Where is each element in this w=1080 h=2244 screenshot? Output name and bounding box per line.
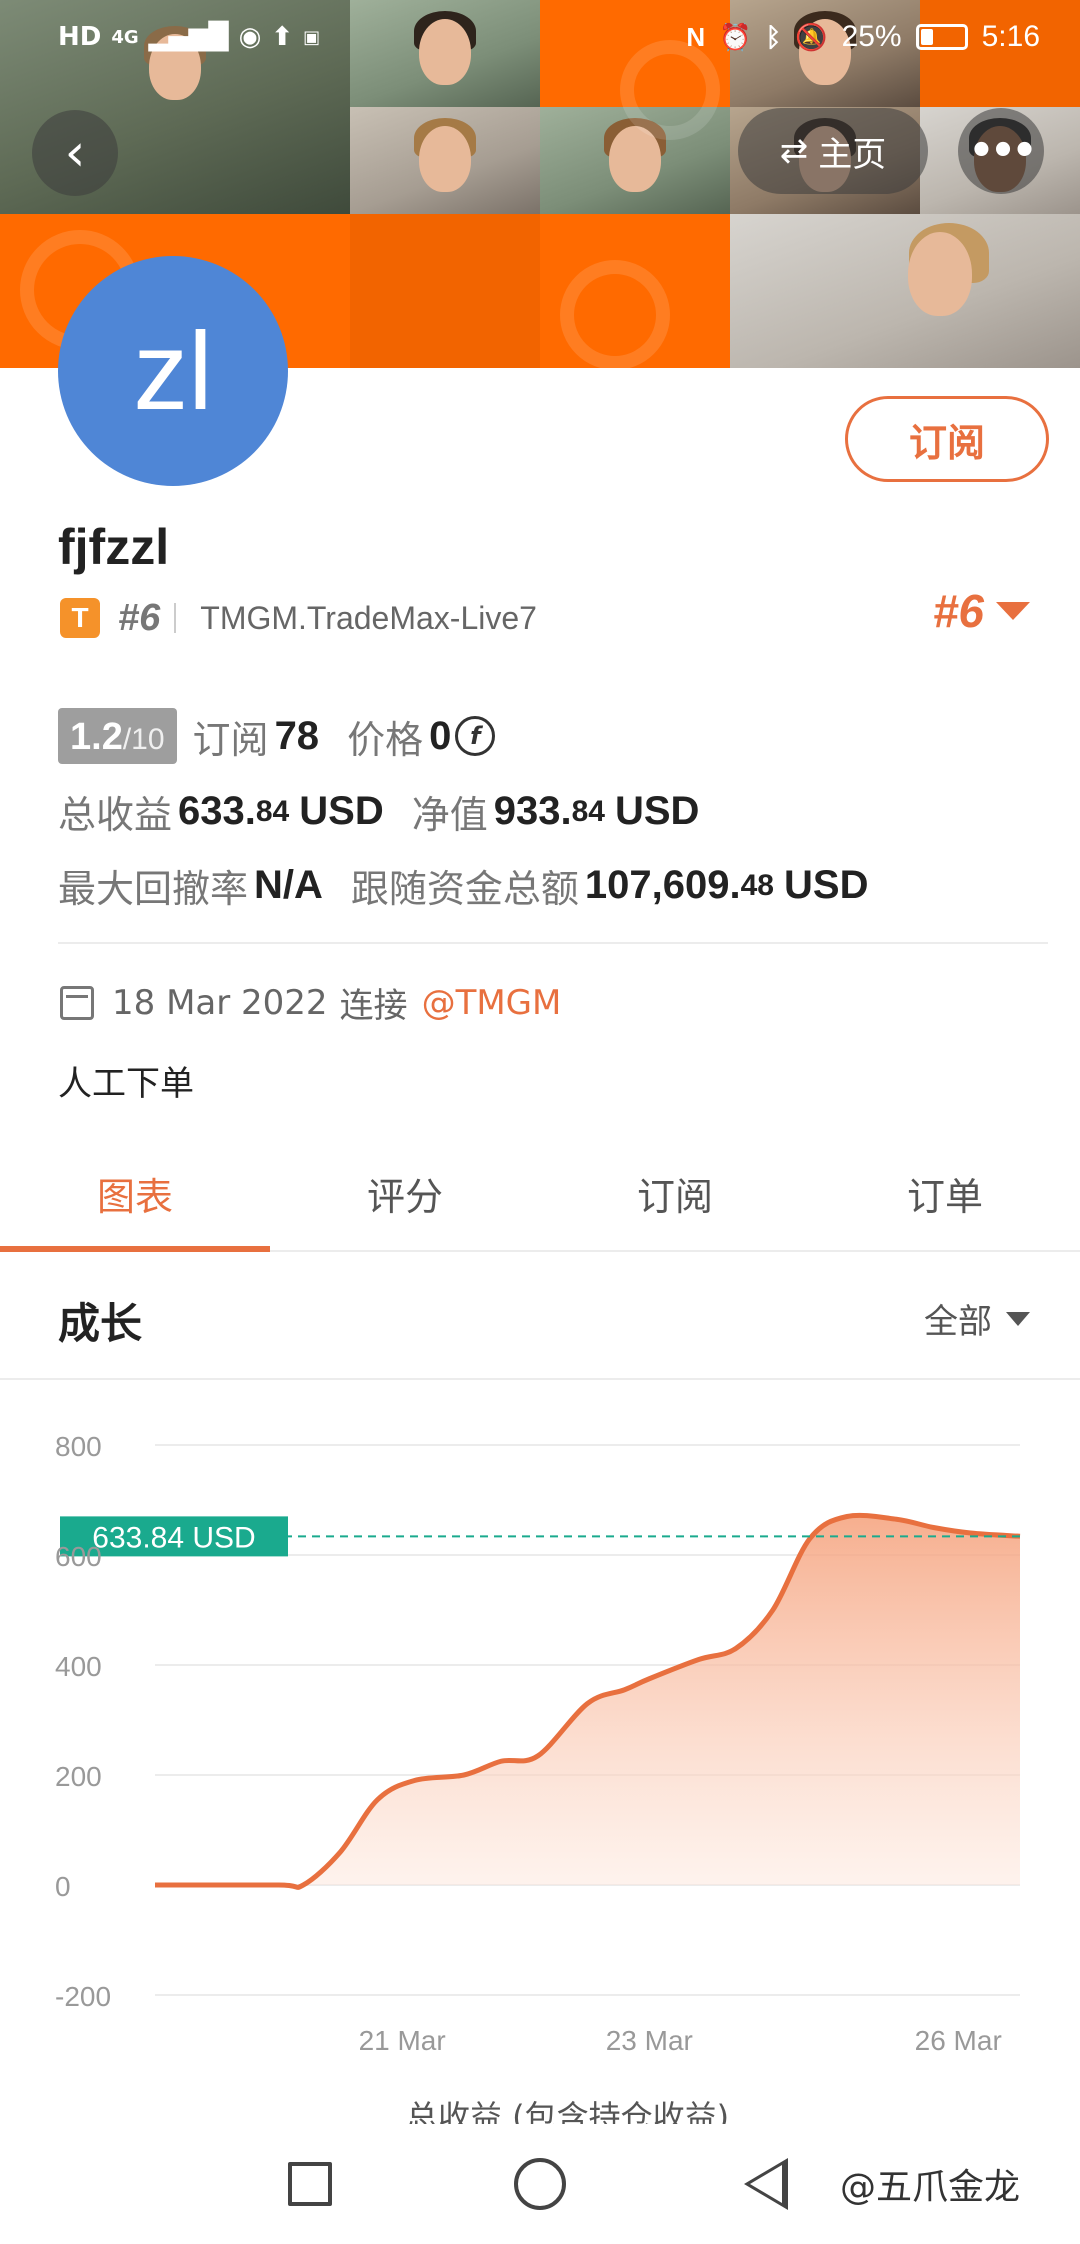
switch-arrows-icon: ⇄ — [779, 131, 809, 171]
description: 人工下单 — [58, 1064, 194, 1104]
username: fjfzzl — [58, 519, 170, 575]
tab-chart[interactable]: 图表 — [0, 1136, 270, 1252]
rank-dropdown-label: #6 — [932, 585, 984, 637]
recent-apps-icon[interactable] — [288, 2162, 332, 2206]
drawdown-value: N/A — [254, 863, 323, 907]
home-circle-icon[interactable] — [514, 2158, 566, 2210]
subscribe-count: 78 — [274, 713, 320, 758]
follow-total-label: 跟随资金总额 — [350, 867, 579, 911]
huawei-icon: ▣ — [303, 26, 321, 48]
upload-icon: ⬆ — [271, 22, 294, 52]
trader-badge: T — [60, 598, 100, 638]
caret-down-icon — [1006, 1311, 1030, 1326]
equity-decimals: 84 — [571, 794, 605, 828]
drawdown-label: 最大回撤率 — [58, 867, 249, 911]
avatar-initials: zl — [133, 309, 213, 433]
home-label: 主页 — [818, 134, 887, 175]
reference-label: 633.84 USD — [92, 1521, 255, 1554]
rank-number: #6 — [118, 596, 161, 639]
battery-percent: 25% — [841, 20, 902, 53]
rank-row: T #6 TMGM.TradeMax-Live7 — [60, 596, 537, 640]
coin-f-icon: f — [455, 716, 496, 756]
y-tick-label: 600 — [55, 1541, 102, 1572]
more-dots-icon: ••• — [968, 128, 1038, 174]
broker-link[interactable]: @TMGM — [422, 983, 562, 1023]
profit-label: 总收益 — [58, 793, 173, 837]
banner-photo-woman — [730, 214, 1080, 368]
mute-icon: 🔕 — [795, 21, 828, 52]
score-badge: 1.2 /10 — [58, 708, 177, 764]
equity-value: 933. — [493, 789, 572, 833]
range-filter-label: 全部 — [924, 1302, 992, 1342]
y-tick-label: 200 — [55, 1761, 102, 1792]
follow-total-value: 107,609. — [584, 863, 741, 907]
price-value: 0 — [429, 713, 452, 758]
nfc-icon: N — [686, 21, 706, 52]
connect-label: 连接 — [339, 986, 408, 1026]
chevron-left-icon: ‹ — [64, 123, 86, 183]
subscribe-count-label: 订阅 — [192, 717, 269, 762]
tab-subscribe[interactable]: 订阅 — [540, 1136, 810, 1250]
equity-unit: USD — [614, 789, 700, 833]
range-filter[interactable]: 全部 — [924, 1294, 1030, 1343]
x-tick-label: 23 Mar — [606, 2025, 693, 2056]
stats-row-profit: 总收益 633. 84 USD 净值 933. 84 USD — [58, 784, 699, 839]
calendar-icon — [60, 985, 94, 1020]
system-nav-bar: @五爪金龙 — [0, 2124, 1080, 2244]
y-tick-label: 400 — [55, 1651, 102, 1682]
more-button[interactable]: ••• — [958, 108, 1044, 194]
clock: 5:16 — [981, 20, 1040, 53]
profit-decimals: 84 — [255, 794, 290, 828]
home-button[interactable]: ⇄ 主页 — [738, 108, 928, 194]
x-tick-label: 21 Mar — [359, 2025, 446, 2056]
y-tick-label: 0 — [55, 1871, 71, 1902]
follow-total-unit: USD — [784, 863, 869, 907]
tab-orders[interactable]: 订单 — [810, 1136, 1080, 1250]
banner-photo — [350, 107, 540, 214]
eye-icon: ◉ — [238, 22, 262, 52]
price-label: 价格 — [347, 717, 424, 762]
connect-date: 18 Mar 2022 — [112, 982, 328, 1023]
alarm-icon: ⏰ — [719, 21, 752, 52]
status-bar: HD 4G ▂▄▆█ ◉ ⬆ ▣ N ⏰ ᛒ 🔕 25% 5:16 — [0, 0, 1080, 80]
stats-row-drawdown: 最大回撤率 N/A 跟随资金总额 107,609. 48 USD — [58, 858, 868, 913]
section-title: 成长 — [58, 1299, 143, 1348]
x-tick-label: 26 Mar — [915, 2025, 1002, 2056]
profit-unit: USD — [299, 789, 384, 833]
signal-icon: ▂▄▆█ — [148, 22, 229, 52]
stats-row-score: 1.2 /10 订阅 78 价格 0 f — [58, 708, 496, 764]
connect-info: 18 Mar 2022 连接 @TMGM — [60, 978, 561, 1027]
battery-icon — [915, 24, 968, 50]
server-name: TMGM.TradeMax-Live7 — [200, 599, 537, 636]
equity-label: 净值 — [411, 793, 488, 837]
watermark: @五爪金龙 — [840, 2167, 1021, 2208]
avatar[interactable]: zl — [58, 256, 288, 486]
follow-total-decimals: 48 — [740, 868, 774, 902]
hd-icon: HD — [58, 22, 102, 52]
back-button[interactable]: ‹ — [32, 110, 118, 196]
divider — [58, 942, 1048, 944]
growth-chart[interactable]: 633.84 USD 800 600 400 200 0 -200 21 Mar 23 Mar… — [0, 1400, 1080, 2100]
back-triangle-icon[interactable] — [744, 2158, 788, 2210]
network-4g-icon: 4G — [111, 26, 139, 48]
subscribe-button[interactable]: 订阅 — [845, 396, 1049, 482]
y-tick-label: -200 — [55, 1981, 111, 2012]
caret-down-icon — [996, 602, 1030, 620]
rank-dropdown[interactable]: #6 — [933, 584, 1030, 638]
tab-bar: 图表 评分 订阅 订单 — [0, 1136, 1080, 1252]
profit-value: 633. — [178, 789, 256, 833]
y-tick-label: 800 — [55, 1431, 102, 1462]
bluetooth-icon: ᛒ — [765, 21, 782, 52]
tab-rating[interactable]: 评分 — [270, 1136, 540, 1250]
